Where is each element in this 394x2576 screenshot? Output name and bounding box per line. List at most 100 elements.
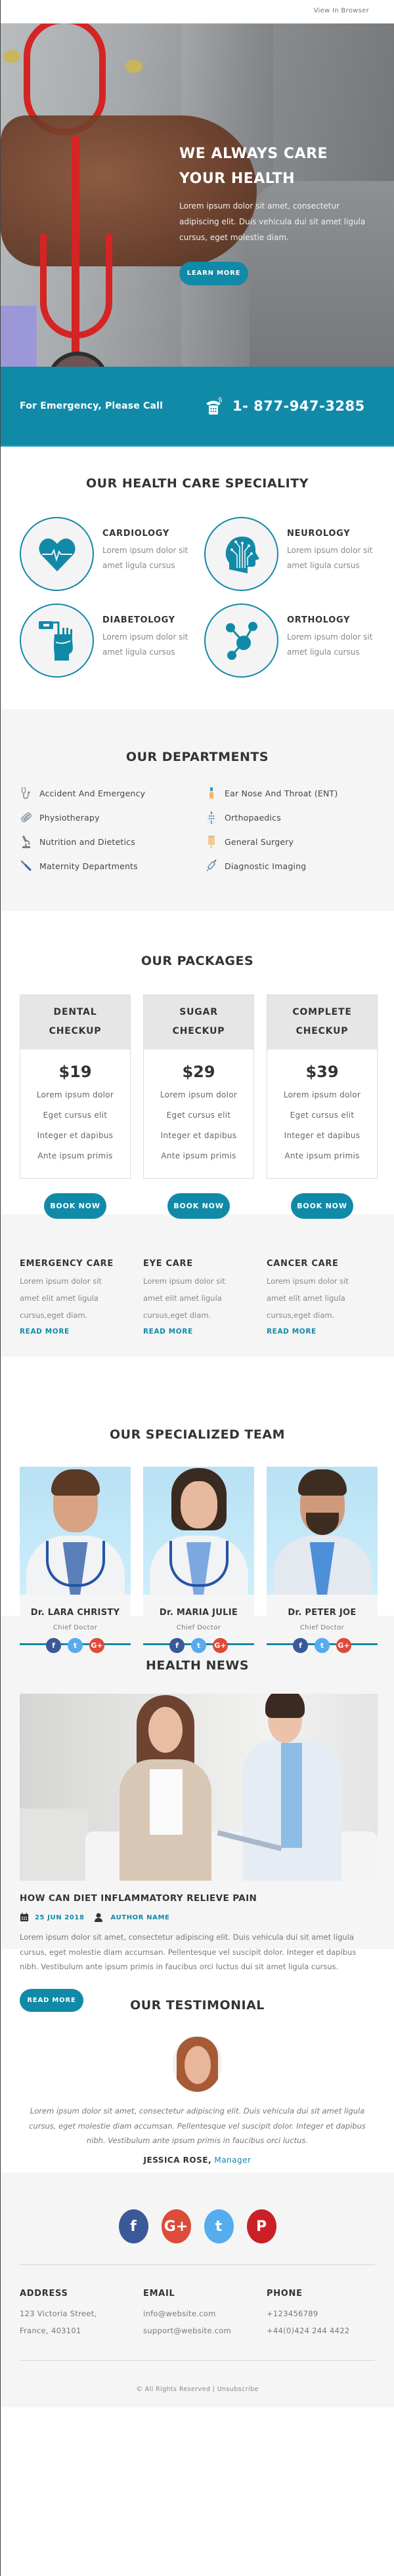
brain-circuit-icon [225,536,259,573]
package-feature: Lorem ipsum dolor [283,1090,361,1099]
speciality-name: CARDIOLOGY [102,528,169,539]
author-name: JESSICA ROSE, [143,2155,212,2165]
hero-banner: WE ALWAYS CARE YOUR HEALTH Lorem ipsum d… [1,24,394,367]
department-item[interactable]: Maternity Departments [20,858,205,874]
pinterest-icon[interactable]: P [246,2209,276,2243]
care-item-cancer: CANCER CARE Lorem ipsum dolor sit amet e… [267,1259,390,1336]
hero-text: Lorem ipsum dolor sit amet, consectetur … [179,201,366,242]
stethoscope-icon [21,787,30,799]
package-feature: Ante ipsum primis [284,1151,360,1160]
team-section: OUR SPECIALIZED TEAM Dr. LARA CHRISTY Ch… [1,1357,394,1653]
package-name: COMPLETE CHECKUP [267,995,377,1050]
package-feature: Lorem ipsum dolor [160,1090,238,1099]
package-feature: Eget cursus elit [290,1111,355,1120]
news-section: HEALTH NEWS HOW CAN DIET INFLAMMATORY RE… [1,1616,394,2012]
doctor-role: Chief Doctor [53,1624,98,1631]
footer: f G+ t P ADDRESS 123 Victoria Street, Fr… [1,2173,394,2407]
news-image[interactable] [20,1694,378,1881]
read-more-link[interactable]: READ MORE [20,1328,70,1336]
footer-heading: EMAIL [143,2289,175,2299]
package-name-line: CHECKUP [49,1026,102,1036]
hero-content: WE ALWAYS CARE YOUR HEALTH Lorem ipsum d… [179,142,376,285]
book-now-button[interactable]: BOOK NOW [291,1193,353,1219]
department-label: Accident And Emergency [39,788,146,798]
department-label: General Surgery [225,836,294,847]
footer-social-links: f G+ t P [1,2209,394,2243]
department-item[interactable]: Orthopaedics [205,809,390,825]
molecule-icon [225,621,257,660]
phone-icon [206,397,222,415]
footer-address: ADDRESS 123 Victoria Street, France, 403… [20,2289,143,2339]
read-more-link[interactable]: READ MORE [267,1328,317,1336]
department-item[interactable]: Diagnostic Imaging [205,858,390,874]
package-name-line: COMPLETE [292,1007,352,1017]
section-title: OUR HEALTH CARE SPECIALITY [86,476,309,491]
view-in-browser-link[interactable]: View In Browser [314,7,369,14]
department-item[interactable]: Accident And Emergency [20,785,205,801]
team-member-card: Dr. LARA CHRISTY Chief Doctor f t G+ [20,1467,131,1653]
package-price: $29 [182,1063,215,1081]
news-meta: 25 JUN 2018 AUTHOR NAME [20,1913,394,1922]
section-title: OUR DEPARTMENTS [125,750,269,764]
address-line: France, 403101 [20,2326,81,2335]
news-article-title[interactable]: HOW CAN DIET INFLAMMATORY RELIEVE PAIN [20,1893,394,1904]
twitter-icon[interactable]: t [204,2209,234,2243]
pill-pack-icon [21,812,32,823]
copyright: © All Rights Reserved | Unsubscribe [1,2386,394,2393]
doctor-role: Chief Doctor [176,1624,221,1631]
google-plus-icon[interactable]: G+ [161,2209,191,2243]
speciality-item-diabetology: DIABETOLOGY Lorem ipsum dolor sit amet l… [20,603,204,678]
book-now-button[interactable]: BOOK NOW [167,1193,230,1219]
phone-number[interactable]: +123456789 [267,2305,390,2322]
read-more-button[interactable]: READ MORE [20,1988,83,2012]
facebook-icon[interactable]: f [293,1638,308,1653]
news-author[interactable]: AUTHOR NAME [111,1914,170,1921]
emergency-label: For Emergency, Please Call [20,401,164,411]
doctor-photo [143,1467,254,1595]
department-item[interactable]: Physiotherapy [20,809,205,825]
facebook-icon[interactable]: f [46,1638,61,1653]
care-desc: Lorem ipsum dolor sit amet elit amet lig… [143,1277,225,1320]
section-title: OUR PACKAGES [141,954,254,968]
iv-bag-icon [208,836,215,848]
book-now-button[interactable]: BOOK NOW [44,1193,106,1219]
dropper-bottle-icon [209,787,213,799]
department-label: Diagnostic Imaging [225,861,307,871]
speciality-item-cardiology: CARDIOLOGY Lorem ipsum dolor sit amet li… [20,517,204,591]
department-item[interactable]: General Surgery [205,834,390,849]
learn-more-button[interactable]: LEARN MORE [179,262,248,285]
google-plus-icon[interactable]: G+ [213,1638,228,1653]
heart-pulse-icon [38,538,76,571]
hero-title: WE ALWAYS CARE YOUR HEALTH [179,142,376,192]
care-item-eye: EYE CARE Lorem ipsum dolor sit amet elit… [143,1259,267,1336]
twitter-icon[interactable]: t [68,1638,83,1653]
google-plus-icon[interactable]: G+ [89,1638,104,1653]
department-item[interactable]: Ear Nose And Throat (ENT) [205,785,390,801]
facebook-icon[interactable]: f [118,2209,148,2243]
twitter-icon[interactable]: t [191,1638,206,1653]
unsubscribe-link[interactable]: Unsubscribe [217,2386,259,2393]
testimonial-quote: Lorem ipsum dolor sit amet, consectetur … [29,2106,366,2145]
read-more-link[interactable]: READ MORE [143,1328,193,1336]
google-plus-icon[interactable]: G+ [336,1638,351,1653]
facebook-icon[interactable]: f [169,1638,185,1653]
package-feature: Lorem ipsum dolor [36,1090,114,1099]
package-feature: Integer et dapibus [284,1131,361,1140]
section-title: OUR SPECIALIZED TEAM [109,1427,285,1442]
speciality-icon-circle [204,603,278,678]
package-features: Lorem ipsum dolor Eget cursus elit Integ… [144,1085,253,1166]
email-link[interactable]: info@website.com [143,2305,267,2322]
care-title: EMERGENCY CARE [20,1259,114,1269]
care-desc: Lorem ipsum dolor sit amet elit amet lig… [20,1277,102,1320]
email-link[interactable]: support@website.com [143,2322,267,2339]
user-icon [94,1913,102,1922]
team-member-card: Dr. PETER JOE Chief Doctor f t G+ [267,1467,378,1653]
emergency-phone-number[interactable]: 1- 877-947-3285 [232,398,365,414]
package-card: COMPLETE CHECKUP $39 Lorem ipsum dolor E… [267,994,378,1219]
department-item[interactable]: Nutrition and Dietetics [20,834,205,849]
footer-heading: ADDRESS [20,2289,68,2299]
phone-number[interactable]: +44(0)424 244 4422 [267,2322,390,2339]
testimonial-author: JESSICA ROSE, Manager [1,2156,394,2165]
twitter-icon[interactable]: t [315,1638,330,1653]
department-label: Ear Nose And Throat (ENT) [225,788,338,798]
